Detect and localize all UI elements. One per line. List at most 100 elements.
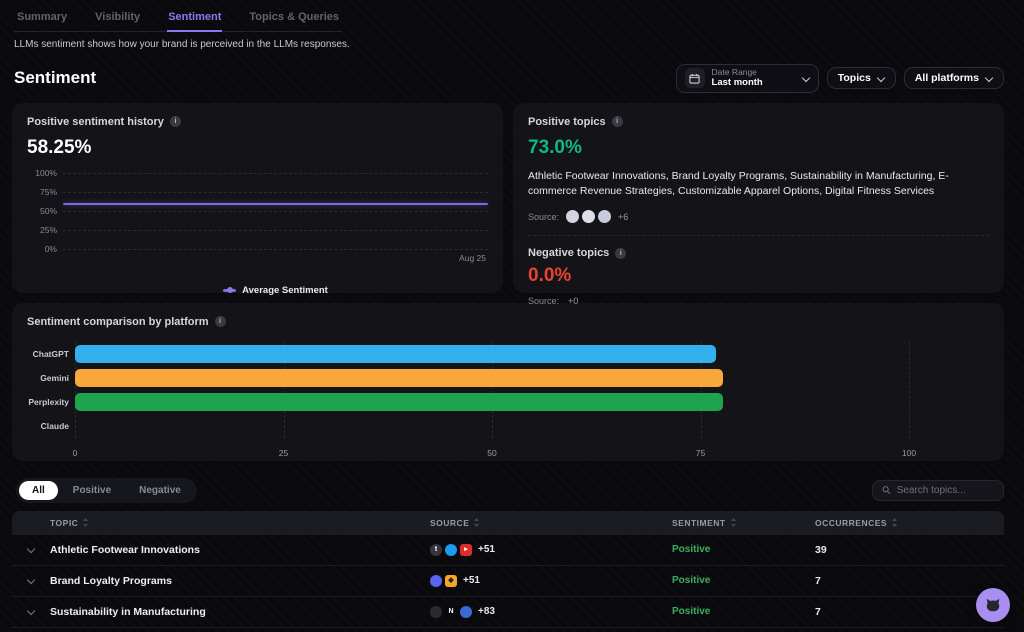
source-favicon — [460, 606, 472, 618]
platform-bar[interactable] — [75, 369, 723, 387]
info-icon[interactable] — [215, 316, 226, 327]
column-header-label: TOPIC — [50, 518, 78, 528]
sentiment-line-chart: 100%75%50%25%0% Aug 25 Average Sentiment — [63, 173, 488, 296]
table-row[interactable]: E-commerce Revenue Strategiesma+65Positi… — [12, 628, 1004, 632]
tab-sentiment[interactable]: Sentiment — [167, 7, 222, 32]
source-cell: t▸+51 — [430, 544, 672, 556]
column-header-label: OCCURRENCES — [815, 518, 887, 528]
source-count: +83 — [478, 606, 495, 617]
platform-label: Perplexity — [27, 397, 69, 407]
filter-all[interactable]: All — [19, 481, 58, 500]
source-count: +51 — [463, 575, 480, 586]
source-label: Source: — [528, 296, 559, 306]
table-row[interactable]: Athletic Footwear Innovationst▸+51Positi… — [12, 535, 1004, 566]
expand-row-chevron-icon[interactable] — [27, 546, 35, 554]
positive-source-icons — [566, 210, 611, 223]
average-sentiment-line — [63, 203, 488, 205]
sentiment-filter-group: AllPositiveNegative — [16, 478, 197, 503]
column-header-label: SENTIMENT — [672, 518, 726, 528]
chevron-down-icon — [803, 75, 810, 82]
sentiment-history-value: 58.25% — [27, 137, 488, 159]
x-tick-label: 50 — [487, 448, 496, 458]
platform-bar-row: Gemini — [75, 366, 909, 390]
source-favicon — [582, 210, 595, 223]
chart-legend: Average Sentiment — [63, 285, 488, 296]
column-header-occurrences[interactable]: OCCURRENCES — [815, 518, 1004, 528]
expand-row-chevron-icon[interactable] — [27, 608, 35, 616]
legend-marker-icon — [223, 289, 236, 292]
info-icon[interactable] — [170, 116, 181, 127]
occurrences-cell: 7 — [815, 575, 1004, 587]
source-favicon: ◆ — [445, 575, 457, 587]
info-icon[interactable] — [615, 248, 626, 259]
source-extra-count: +6 — [618, 212, 628, 222]
positive-topics-value: 73.0% — [528, 137, 989, 159]
x-axis-label: Aug 25 — [63, 253, 488, 263]
info-icon[interactable] — [612, 116, 623, 127]
search-icon — [882, 485, 891, 495]
column-header-label: SOURCE — [430, 518, 469, 528]
source-favicon — [445, 544, 457, 556]
page-header: Sentiment Date Range Last month Topics A… — [0, 50, 1024, 101]
source-favicon — [430, 606, 442, 618]
positive-topics-title: Positive topics — [528, 116, 606, 128]
topics-dropdown-label: Topics — [838, 72, 871, 84]
source-favicon — [430, 575, 442, 587]
source-favicon — [566, 210, 579, 223]
divider — [528, 235, 989, 236]
topics-dropdown[interactable]: Topics — [827, 67, 896, 89]
source-cell: ◆ +51 — [430, 575, 672, 587]
expand-row-chevron-icon[interactable] — [27, 577, 35, 585]
x-tick-label: 100 — [902, 448, 916, 458]
legend-label: Average Sentiment — [242, 285, 328, 296]
platforms-dropdown[interactable]: All platforms — [904, 67, 1004, 89]
cat-icon — [984, 596, 1002, 614]
y-axis-label: 50% — [25, 206, 57, 216]
tab-summary[interactable]: Summary — [16, 7, 68, 32]
table-row[interactable]: Sustainability in ManufacturingN+83Posit… — [12, 597, 1004, 628]
platform-bar-row: Claude — [75, 414, 909, 438]
platform-card-title: Sentiment comparison by platform — [27, 316, 209, 328]
gridline — [63, 211, 488, 212]
y-axis-label: 75% — [25, 187, 57, 197]
platform-bar[interactable] — [75, 345, 716, 363]
platform-bar-row: ChatGPT — [75, 342, 909, 366]
column-header-sentiment[interactable]: SENTIMENT — [672, 518, 815, 528]
platform-label: Gemini — [27, 373, 69, 383]
topic-cell: Sustainability in Manufacturing — [50, 606, 430, 618]
table-body: Athletic Footwear Innovationst▸+51 Positi… — [12, 535, 1004, 632]
date-range-picker[interactable]: Date Range Last month — [676, 64, 819, 93]
filter-positive[interactable]: Positive — [60, 481, 124, 500]
search-box[interactable] — [872, 480, 1004, 501]
platform-bars: ChatGPTGeminiPerplexityClaude — [75, 342, 909, 438]
gridline — [63, 230, 488, 231]
search-input[interactable] — [897, 485, 994, 496]
header-controls: Date Range Last month Topics All platfor… — [676, 64, 1004, 93]
y-axis-label: 100% — [25, 168, 57, 178]
top-tab-bar: Summary Visibility Sentiment Topics & Queri… — [0, 0, 1024, 32]
y-axis-label: 25% — [25, 225, 57, 235]
x-tick-label: 75 — [696, 448, 705, 458]
positive-topics-list: Athletic Footwear Innovations, Brand Loy… — [528, 169, 989, 199]
sentiment-cell: Positive — [672, 606, 815, 617]
table-row[interactable]: Brand Loyalty Programs◆+51Positive7 — [12, 566, 1004, 597]
platform-bar[interactable] — [75, 393, 723, 411]
source-label: Source: — [528, 212, 559, 222]
filter-negative[interactable]: Negative — [126, 481, 194, 500]
positive-source-row: Source: +6 — [528, 210, 989, 223]
top-cards-row: Positive sentiment history 58.25% 100%75… — [12, 103, 1004, 293]
tab-visibility[interactable]: Visibility — [94, 7, 141, 32]
chat-assistant-button[interactable] — [976, 588, 1010, 622]
platforms-dropdown-label: All platforms — [915, 72, 979, 84]
column-header-topic[interactable]: TOPIC — [50, 518, 430, 528]
negative-topics-value: 0.0% — [528, 265, 989, 287]
platform-label: ChatGPT — [27, 349, 69, 359]
topic-cell: Athletic Footwear Innovations — [50, 544, 430, 556]
page-subtitle: LLMs sentiment shows how your brand is p… — [0, 32, 1024, 50]
source-favicon: t — [430, 544, 442, 556]
topic-cell: Brand Loyalty Programs — [50, 575, 430, 587]
tab-topics-queries[interactable]: Topics & Queries — [248, 7, 340, 32]
platform-label: Claude — [27, 421, 69, 431]
chevron-down-icon — [986, 75, 993, 82]
column-header-source[interactable]: SOURCE — [430, 518, 672, 528]
